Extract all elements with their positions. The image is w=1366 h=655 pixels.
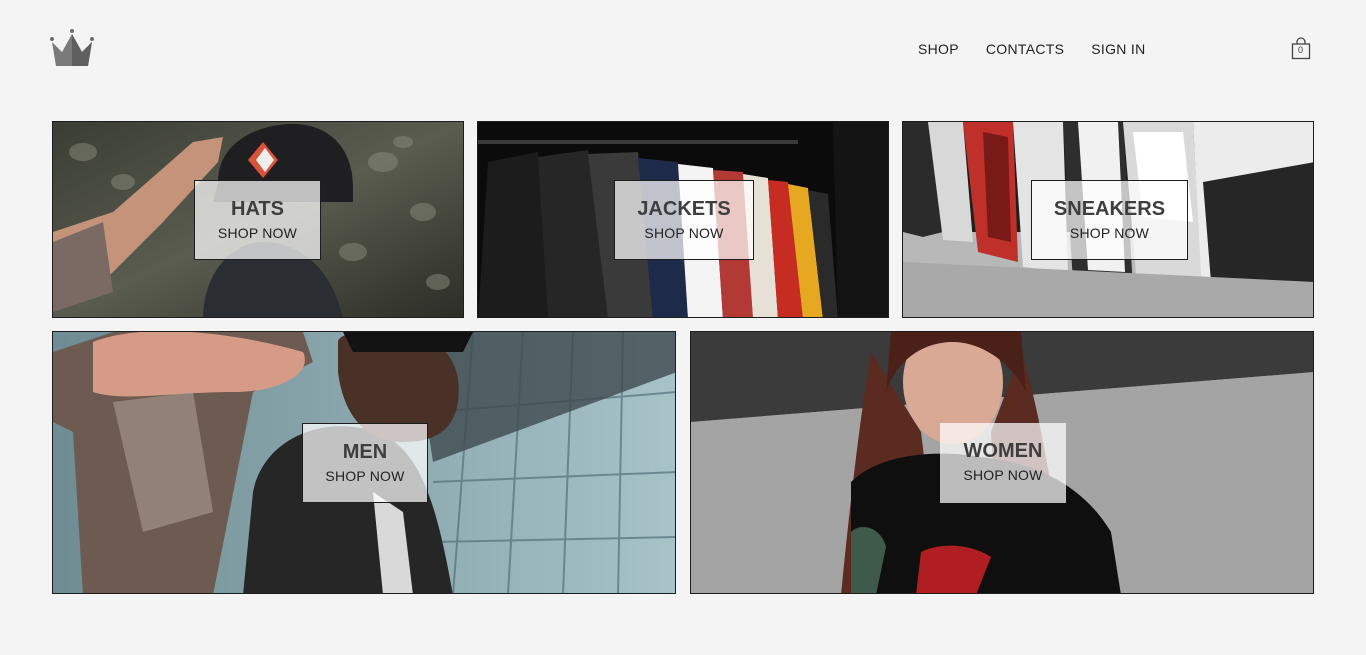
sneakers-label: SNEAKERS SHOP NOW <box>1031 180 1188 260</box>
shop-now-link[interactable]: SHOP NOW <box>195 225 320 241</box>
category-title: JACKETS <box>637 198 731 220</box>
category-title: SNEAKERS <box>1053 198 1166 220</box>
category-tile-women[interactable]: WOMEN SHOP NOW <box>690 331 1314 594</box>
nav-sign-in-link[interactable]: SIGN IN <box>1091 40 1145 58</box>
main-nav: SHOP CONTACTS SIGN IN <box>918 40 1145 58</box>
category-tile-sneakers[interactable]: SNEAKERS SHOP NOW <box>902 121 1314 318</box>
men-label: MEN SHOP NOW <box>302 423 428 503</box>
category-title: MEN <box>342 441 388 463</box>
header: SHOP CONTACTS SIGN IN 0 <box>0 0 1366 100</box>
category-tile-men[interactable]: MEN SHOP NOW <box>52 331 676 594</box>
shop-now-link[interactable]: SHOP NOW <box>940 467 1066 483</box>
shop-now-link[interactable]: SHOP NOW <box>303 468 427 484</box>
cart-count: 0 <box>1297 45 1303 55</box>
category-title: WOMEN <box>963 440 1043 462</box>
category-tile-jackets[interactable]: JACKETS SHOP NOW <box>477 121 889 318</box>
category-tile-hats[interactable]: HATS SHOP NOW <box>52 121 464 318</box>
nav-contacts-link[interactable]: CONTACTS <box>986 40 1064 58</box>
shop-now-link[interactable]: SHOP NOW <box>1032 225 1187 241</box>
hats-label: HATS SHOP NOW <box>194 180 321 260</box>
women-label: WOMEN SHOP NOW <box>940 423 1066 503</box>
category-title: HATS <box>231 198 284 220</box>
crown-icon[interactable] <box>48 28 96 68</box>
shop-now-link[interactable]: SHOP NOW <box>615 225 753 241</box>
nav-shop-link[interactable]: SHOP <box>918 40 959 58</box>
jackets-label: JACKETS SHOP NOW <box>614 180 754 260</box>
cart-button[interactable]: 0 <box>1290 36 1312 60</box>
shop-home-page: SHOP CONTACTS SIGN IN 0 HATS SHOP NOW JA… <box>0 0 1366 655</box>
